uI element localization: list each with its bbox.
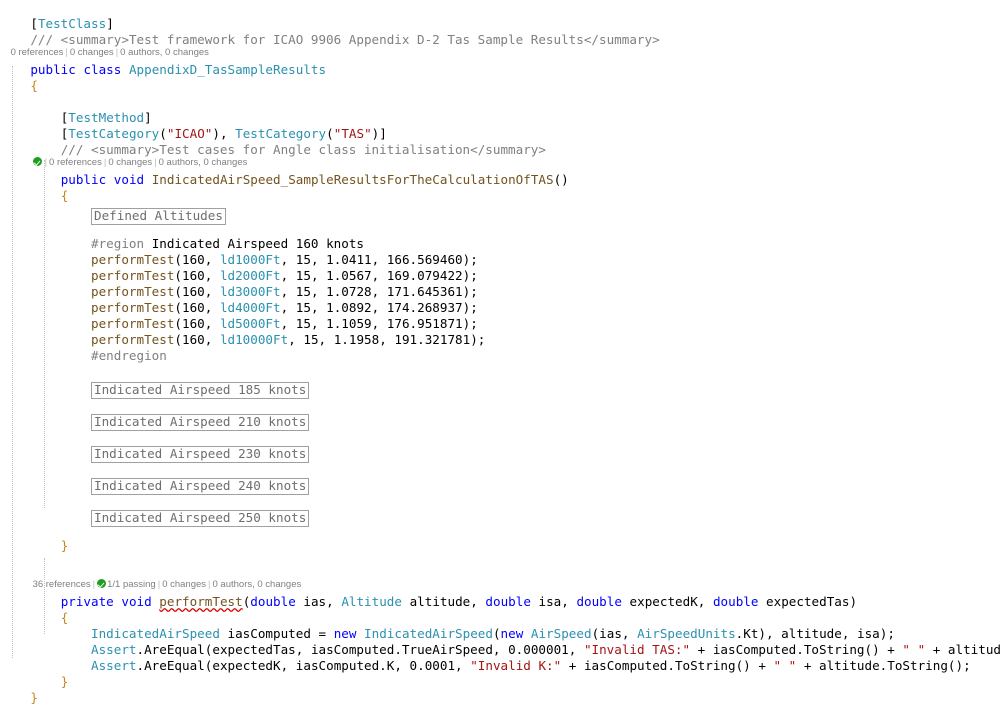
code-line-collapsed-250[interactable]: Indicated Airspeed 250 knots: [0, 490, 1000, 527]
code-line-collapsed-210[interactable]: Indicated Airspeed 210 knots: [0, 394, 1000, 431]
code-line-blank[interactable]: [0, 380, 1000, 394]
code-line-class-close-brace[interactable]: }: [0, 674, 1000, 705]
code-line-method-open-brace[interactable]: {: [0, 172, 1000, 203]
close-brace: }: [30, 690, 38, 705]
code-editor[interactable]: [AppendixD_TasSampleResultsTestClass] //…: [0, 0, 1000, 705]
code-line-blank[interactable]: [0, 78, 1000, 94]
code-line-performtest[interactable]: performTest(160, ld10000Ft, 15, 1.1958, …: [0, 316, 1000, 347]
codelens-helper-method[interactable]: 36 references | 1/1 passing | 0 changes | 0 au…: [0, 564, 1000, 590]
code-line-class-declaration[interactable]: public class AppendixD_TasSampleResults: [0, 46, 1000, 77]
code-line-performtest[interactable]: performTest(160, ld4000Ft, 15, 1.0892, 1…: [0, 284, 1000, 315]
code-line-performtest[interactable]: performTest(160, ld3000Ft, 15, 1.0728, 1…: [0, 268, 1000, 299]
code-line-blank[interactable]: [0, 412, 1000, 426]
code-line-doc-class[interactable]: /// <summary>Test framework for ICAO 990…: [0, 16, 1000, 47]
code-line-test-method-close-brace[interactable]: }: [0, 522, 1000, 553]
code-line-helper-method-declaration[interactable]: private void performTest(double ias, Alt…: [0, 578, 1000, 609]
code-line-performtest[interactable]: performTest(160, ld2000Ft, 15, 1.0567, 1…: [0, 252, 1000, 283]
code-line-assert-tas[interactable]: Assert.AreEqual(expectedTas, iasComputed…: [0, 626, 1000, 657]
code-line-declaration-iascomputed[interactable]: IndicatedAirSpeed iasComputed = new Indi…: [0, 610, 1000, 641]
code-line-blank[interactable]: [0, 444, 1000, 458]
code-line-helper-open-brace[interactable]: {: [0, 594, 1000, 625]
code-line-blank[interactable]: [0, 206, 1000, 220]
code-line-region-start[interactable]: #region Indicated Airspeed 160 knots: [0, 220, 1000, 251]
code-line-attribute-testcategory[interactable]: [TestCategory("ICAO"), TestCategory("TAS…: [0, 110, 1000, 141]
code-line-attribute-testclass[interactable]: [AppendixD_TasSampleResultsTestClass]: [0, 0, 1000, 31]
code-line-blank[interactable]: [0, 538, 1000, 554]
codelens-class[interactable]: 0 references | 0 changes | 0 authors, 0 chan…: [0, 32, 1000, 58]
code-line-collapsed-185[interactable]: Indicated Airspeed 185 knots: [0, 362, 1000, 399]
code-line-collapsed-230[interactable]: Indicated Airspeed 230 knots: [0, 426, 1000, 463]
code-line-assert-k[interactable]: Assert.AreEqual(expectedK, iasComputed.K…: [0, 642, 1000, 673]
code-line-performtest[interactable]: performTest(160, ld5000Ft, 15, 1.1059, 1…: [0, 300, 1000, 331]
codelens-test-method[interactable]: | 0 references | 0 changes | 0 authors, 0 cha…: [0, 142, 1000, 168]
code-line-collapsed-240[interactable]: Indicated Airspeed 240 knots: [0, 458, 1000, 495]
code-line-blank[interactable]: [0, 508, 1000, 522]
code-line-doc-method[interactable]: /// <summary>Test cases for Angle class …: [0, 126, 1000, 157]
code-line-attribute-testmethod[interactable]: [TestMethod]: [0, 94, 1000, 125]
code-line-collapsed-defined-altitudes[interactable]: Defined Altitudes: [0, 188, 1000, 225]
code-line-blank[interactable]: [0, 348, 1000, 362]
code-line-blank[interactable]: [0, 554, 1000, 564]
code-line-performtest[interactable]: performTest(160, ld1000Ft, 15, 1.0411, 1…: [0, 236, 1000, 267]
code-line-test-method-declaration[interactable]: public void IndicatedAirSpeed_SampleResu…: [0, 156, 1000, 187]
code-line-class-open-brace[interactable]: {: [0, 62, 1000, 93]
code-line-helper-close-brace[interactable]: }: [0, 658, 1000, 689]
code-line-blank[interactable]: [0, 476, 1000, 490]
code-line-region-end[interactable]: #endregion: [0, 332, 1000, 363]
